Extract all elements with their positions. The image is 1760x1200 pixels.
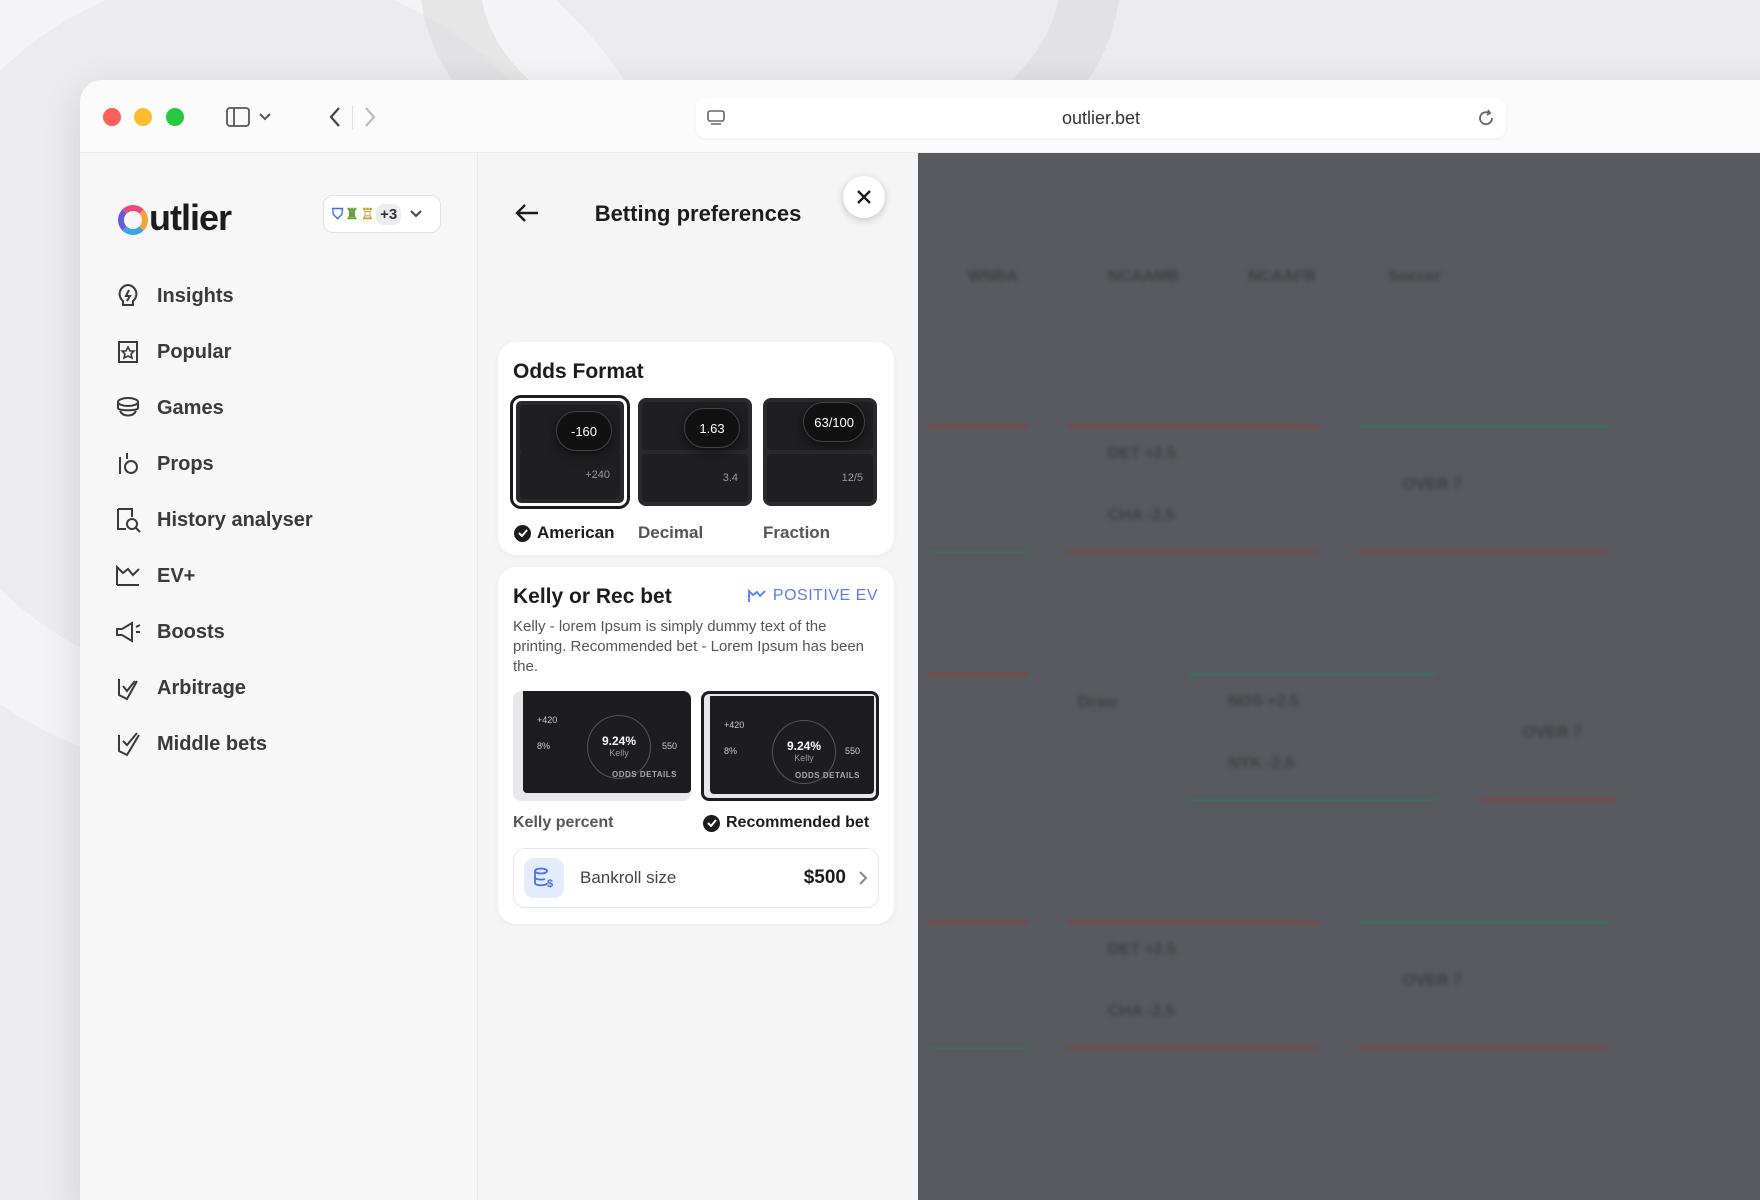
forward-icon[interactable] [363, 106, 377, 128]
lightbulb-icon [118, 283, 138, 306]
trophy-icon: ♜ [345, 206, 359, 223]
outlier-logo[interactable]: utlier [118, 197, 232, 239]
browser-window: outlier.bet utlier ⛉ ♜ ♖ +3 Insights Pop… [80, 80, 1760, 1200]
back-icon[interactable] [328, 106, 342, 128]
kelly-heading: Kelly or Rec bet [513, 585, 672, 608]
maximize-window-button[interactable] [166, 108, 184, 126]
page-icon [696, 110, 736, 126]
recommended-bet-label[interactable]: Recommended bet [703, 814, 869, 832]
browser-toolbar: outlier.bet [80, 80, 1760, 153]
chevron-down-icon [410, 210, 422, 218]
odds-option-american[interactable]: -160 +240 [510, 395, 630, 509]
bankroll-label: Bankroll size [580, 868, 677, 887]
nav-item-popular[interactable]: Popular [113, 324, 313, 380]
bankroll-size-row[interactable]: $ Bankroll size $500 [513, 848, 879, 908]
checkmark-icon [514, 524, 531, 542]
sidebar-toggle-button[interactable] [213, 98, 285, 136]
nav-item-middle-bets[interactable]: Middle bets [113, 716, 313, 772]
history-nav [306, 98, 398, 136]
reload-icon[interactable] [1466, 109, 1506, 127]
bankroll-value: $500 [803, 867, 846, 888]
shield-icon: ⛉ [332, 205, 344, 223]
close-panel-button[interactable] [843, 176, 885, 218]
address-bar[interactable]: outlier.bet [696, 98, 1506, 138]
svg-text:$: $ [547, 878, 553, 890]
nav-item-arbitrage[interactable]: Arbitrage [113, 660, 313, 716]
odds-sub-value: 12/5 [841, 472, 863, 484]
cup-icon: ♖ [360, 206, 375, 223]
main-nav: Insights Popular Games Props History ana… [113, 268, 313, 772]
arbitrage-icon [118, 679, 138, 701]
trend-icon [748, 588, 766, 602]
odds-format-card: Odds Format -160 +240 1.63 3.4 63/100 12… [498, 342, 894, 555]
search-document-icon [117, 508, 141, 533]
coins-dollar-icon: $ [524, 858, 564, 898]
odds-main-value: -160 [556, 411, 612, 451]
odds-main-value: 63/100 [803, 402, 865, 442]
stack-icon [117, 397, 139, 417]
kelly-description: Kelly - lorem Ipsum is simply dummy text… [513, 618, 865, 675]
nav-item-history-analyser[interactable]: History analyser [113, 492, 313, 548]
checkmark-icon [703, 814, 720, 832]
odds-option-fraction[interactable]: 63/100 12/5 [763, 398, 877, 506]
more-sports-count: +3 [376, 203, 402, 225]
nav-item-insights[interactable]: Insights [113, 268, 313, 324]
kelly-percent-option[interactable]: +420 8% 9.24% Kelly 550 ODDS DETAILS [513, 691, 691, 801]
chevron-right-icon [859, 871, 868, 885]
sidebar: utlier ⛉ ♜ ♖ +3 Insights Popular Games P… [80, 153, 478, 1200]
odds-format-heading: Odds Format [513, 360, 644, 383]
minimize-window-button[interactable] [134, 108, 152, 126]
props-icon [119, 453, 138, 474]
sidebar-icon [226, 107, 250, 127]
odds-label-fraction[interactable]: Fraction [763, 523, 830, 543]
nav-item-boosts[interactable]: Boosts [113, 604, 313, 660]
nav-item-props[interactable]: Props [113, 436, 313, 492]
double-check-icon [118, 732, 140, 757]
close-window-button[interactable] [103, 108, 121, 126]
chevron-down-icon [259, 113, 271, 121]
odds-sub-value: 3.4 [722, 472, 738, 484]
recommended-bet-option[interactable]: +420 8% 9.24% Kelly 550 ODDS DETAILS [701, 691, 879, 801]
positive-ev-badge: POSITIVE EV [747, 587, 878, 605]
sport-selector[interactable]: ⛉ ♜ ♖ +3 [323, 195, 441, 233]
odds-label-american[interactable]: American [514, 523, 614, 543]
odds-sub-value: +240 [585, 469, 610, 481]
kelly-card: Kelly or Rec bet POSITIVE EV Kelly - lor… [498, 567, 894, 924]
megaphone-icon [116, 621, 141, 643]
nav-item-games[interactable]: Games [113, 380, 313, 436]
dimmed-background-content[interactable]: WNBA NCAAMB NCAAFB Soccer DET +2.5 CHA -… [918, 153, 1760, 1200]
trend-icon [116, 564, 140, 586]
star-ticket-icon [118, 341, 138, 363]
kelly-percent-label[interactable]: Kelly percent [513, 814, 613, 832]
logo-mark [118, 205, 148, 235]
odds-label-decimal[interactable]: Decimal [638, 523, 703, 543]
url-text: outlier.bet [1061, 107, 1141, 128]
odds-main-value: 1.63 [684, 408, 740, 448]
preferences-panel: Betting preferences Odds Format -160 +24… [478, 153, 918, 1200]
odds-option-decimal[interactable]: 1.63 3.4 [638, 398, 752, 506]
nav-item-ev-plus[interactable]: EV+ [113, 548, 313, 604]
close-icon [857, 190, 871, 204]
